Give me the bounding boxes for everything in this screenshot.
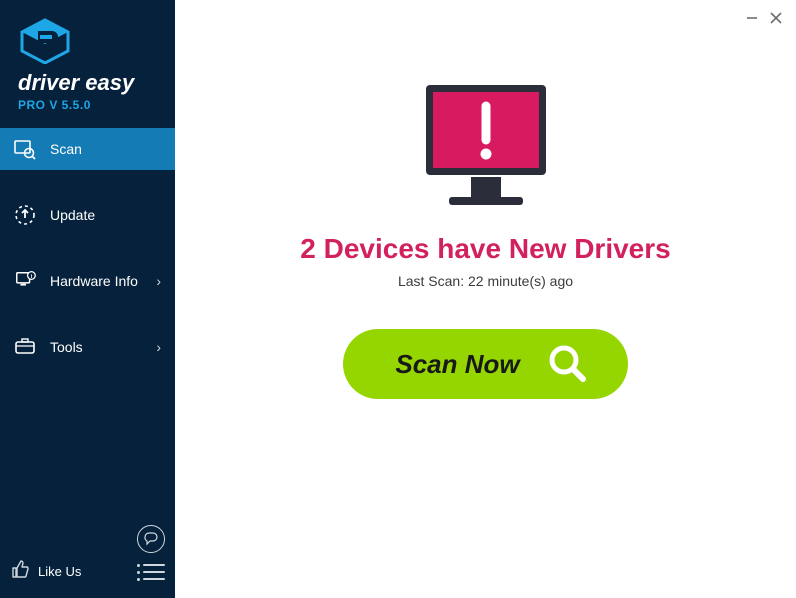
menu-icon[interactable] bbox=[143, 564, 165, 580]
scan-icon bbox=[14, 138, 36, 160]
last-scan-text: Last Scan: 22 minute(s) ago bbox=[398, 273, 573, 289]
like-us-button[interactable]: Like Us bbox=[10, 559, 81, 584]
logo-block: driver easy PRO V 5.5.0 bbox=[0, 0, 175, 126]
update-icon bbox=[14, 204, 36, 226]
scan-content: 2 Devices have New Drivers Last Scan: 22… bbox=[175, 0, 796, 399]
monitor-alert-icon bbox=[411, 80, 561, 225]
sidebar-item-label: Update bbox=[50, 207, 161, 223]
sidebar-item-tools[interactable]: Tools › bbox=[0, 326, 175, 368]
search-icon bbox=[546, 342, 588, 387]
scan-button-label: Scan Now bbox=[395, 349, 519, 380]
sidebar-nav: Scan Update i Hardware Inf bbox=[0, 128, 175, 392]
sidebar-item-update[interactable]: Update bbox=[0, 194, 175, 236]
minimize-button[interactable] bbox=[740, 6, 764, 30]
window-controls bbox=[740, 6, 788, 30]
sidebar-footer: Like Us bbox=[0, 517, 175, 598]
version-label: PRO V 5.5.0 bbox=[18, 98, 175, 112]
chevron-right-icon: › bbox=[156, 339, 161, 355]
thumbs-up-icon bbox=[10, 559, 30, 584]
scan-now-button[interactable]: Scan Now bbox=[343, 329, 627, 399]
sidebar-item-hardware-info[interactable]: i Hardware Info › bbox=[0, 260, 175, 302]
sidebar-item-scan[interactable]: Scan bbox=[0, 128, 175, 170]
like-label: Like Us bbox=[38, 564, 81, 579]
sidebar-item-label: Hardware Info bbox=[50, 273, 156, 289]
sidebar-item-label: Tools bbox=[50, 339, 156, 355]
logo-icon bbox=[18, 18, 175, 64]
close-button[interactable] bbox=[764, 6, 788, 30]
brand-name: driver easy bbox=[18, 70, 175, 96]
sidebar-item-label: Scan bbox=[50, 141, 161, 157]
chevron-right-icon: › bbox=[156, 273, 161, 289]
tools-icon bbox=[14, 336, 36, 358]
status-headline: 2 Devices have New Drivers bbox=[300, 233, 670, 265]
hardware-info-icon: i bbox=[14, 270, 36, 292]
main-panel: 2 Devices have New Drivers Last Scan: 22… bbox=[175, 0, 796, 598]
sidebar: driver easy PRO V 5.5.0 Scan Up bbox=[0, 0, 175, 598]
feedback-icon[interactable] bbox=[137, 525, 165, 553]
